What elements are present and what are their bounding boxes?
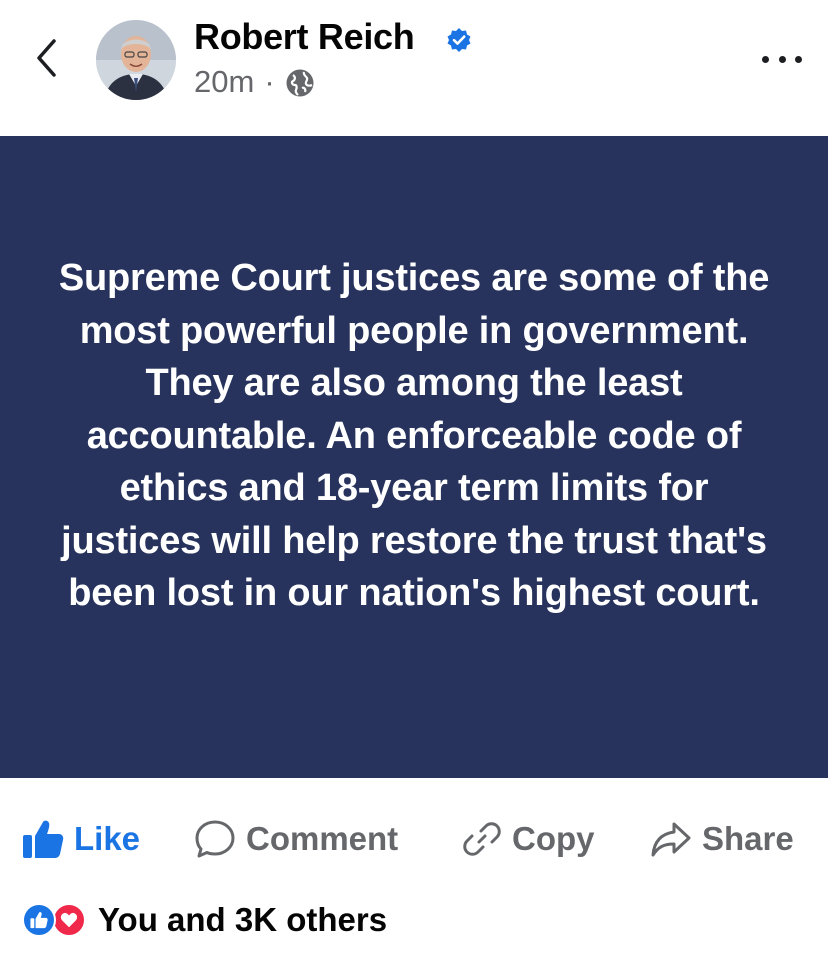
author-photo [96,20,176,100]
back-button[interactable] [28,36,64,80]
globe-icon [286,69,314,97]
avatar[interactable] [96,20,176,100]
reaction-summary[interactable]: You and 3K others [22,898,387,942]
post-header: Robert Reich 20m · [0,0,828,136]
comment-bubble-icon [195,820,235,858]
share-label: Share [702,820,794,857]
timestamp[interactable]: 20m [194,64,254,100]
more-horizontal-icon [795,55,802,63]
thumbs-up-icon [23,820,64,858]
post-meta: 20m · [194,64,315,100]
more-horizontal-icon [778,55,786,63]
reaction-icons [22,903,90,937]
like-button[interactable]: Like [22,816,140,862]
more-options-button[interactable] [762,44,802,74]
comment-button[interactable]: Comment [194,816,398,862]
love-reaction-icon [52,903,86,937]
author-name[interactable]: Robert Reich [194,16,415,58]
link-icon [463,822,501,856]
post-text: Supreme Court justices are some of the m… [58,257,770,615]
copy-label: Copy [512,820,595,857]
comment-label: Comment [246,820,399,857]
reaction-count-text: You and 3K others [98,901,388,938]
chevron-left-icon [37,39,56,77]
post-text-card[interactable]: Supreme Court justices are some of the m… [0,136,828,778]
copy-link-button[interactable]: Copy [462,816,595,862]
like-reaction-icon [22,903,56,937]
meta-separator: · [264,64,275,99]
like-label: Like [74,820,141,857]
post-actions-bar: Like Comment Copy Share [0,800,828,880]
share-arrow-icon [651,822,691,857]
share-button[interactable]: Share [650,816,794,862]
verified-badge-icon [447,28,471,52]
more-horizontal-icon [762,55,769,63]
